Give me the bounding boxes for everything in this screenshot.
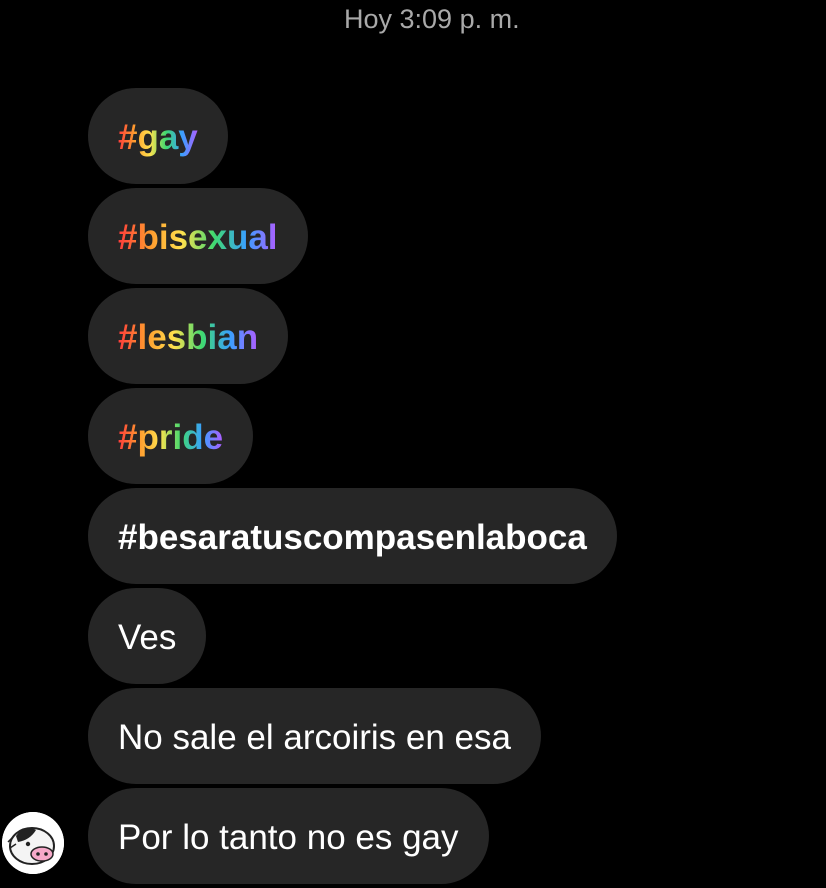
message-bubble[interactable]: #bisexual [88,188,308,284]
hashtag-besaratuscompasenlaboca[interactable]: #besaratuscompasenlaboca [118,518,587,558]
hashtag-lesbian[interactable]: #lesbian [118,318,258,358]
message-bubble[interactable]: #lesbian [88,288,289,384]
message-thread: #gay #bisexual #lesbian #pride #besaratu… [88,88,808,888]
message-bubble[interactable]: No sale el arcoiris en esa [88,688,541,784]
message-bubble[interactable]: #pride [88,388,254,484]
message-bubble[interactable]: #gay [88,88,228,184]
sender-avatar[interactable] [2,812,64,874]
hashtag-bisexual[interactable]: #bisexual [118,218,278,258]
hashtag-pride[interactable]: #pride [118,418,223,458]
message-bubble[interactable]: Ves [88,588,207,684]
hashtag-gay[interactable]: #gay [118,118,198,158]
message-text: No sale el arcoiris en esa [118,717,511,757]
message-bubble[interactable]: #besaratuscompasenlaboca [88,488,617,584]
message-timestamp: Hoy 3:09 p. m. [344,4,520,34]
cow-avatar-icon [2,812,64,874]
message-text: Ves [118,617,177,657]
message-text: Por lo tanto no es gay [118,817,459,857]
message-bubble[interactable]: Por lo tanto no es gay [88,788,489,884]
